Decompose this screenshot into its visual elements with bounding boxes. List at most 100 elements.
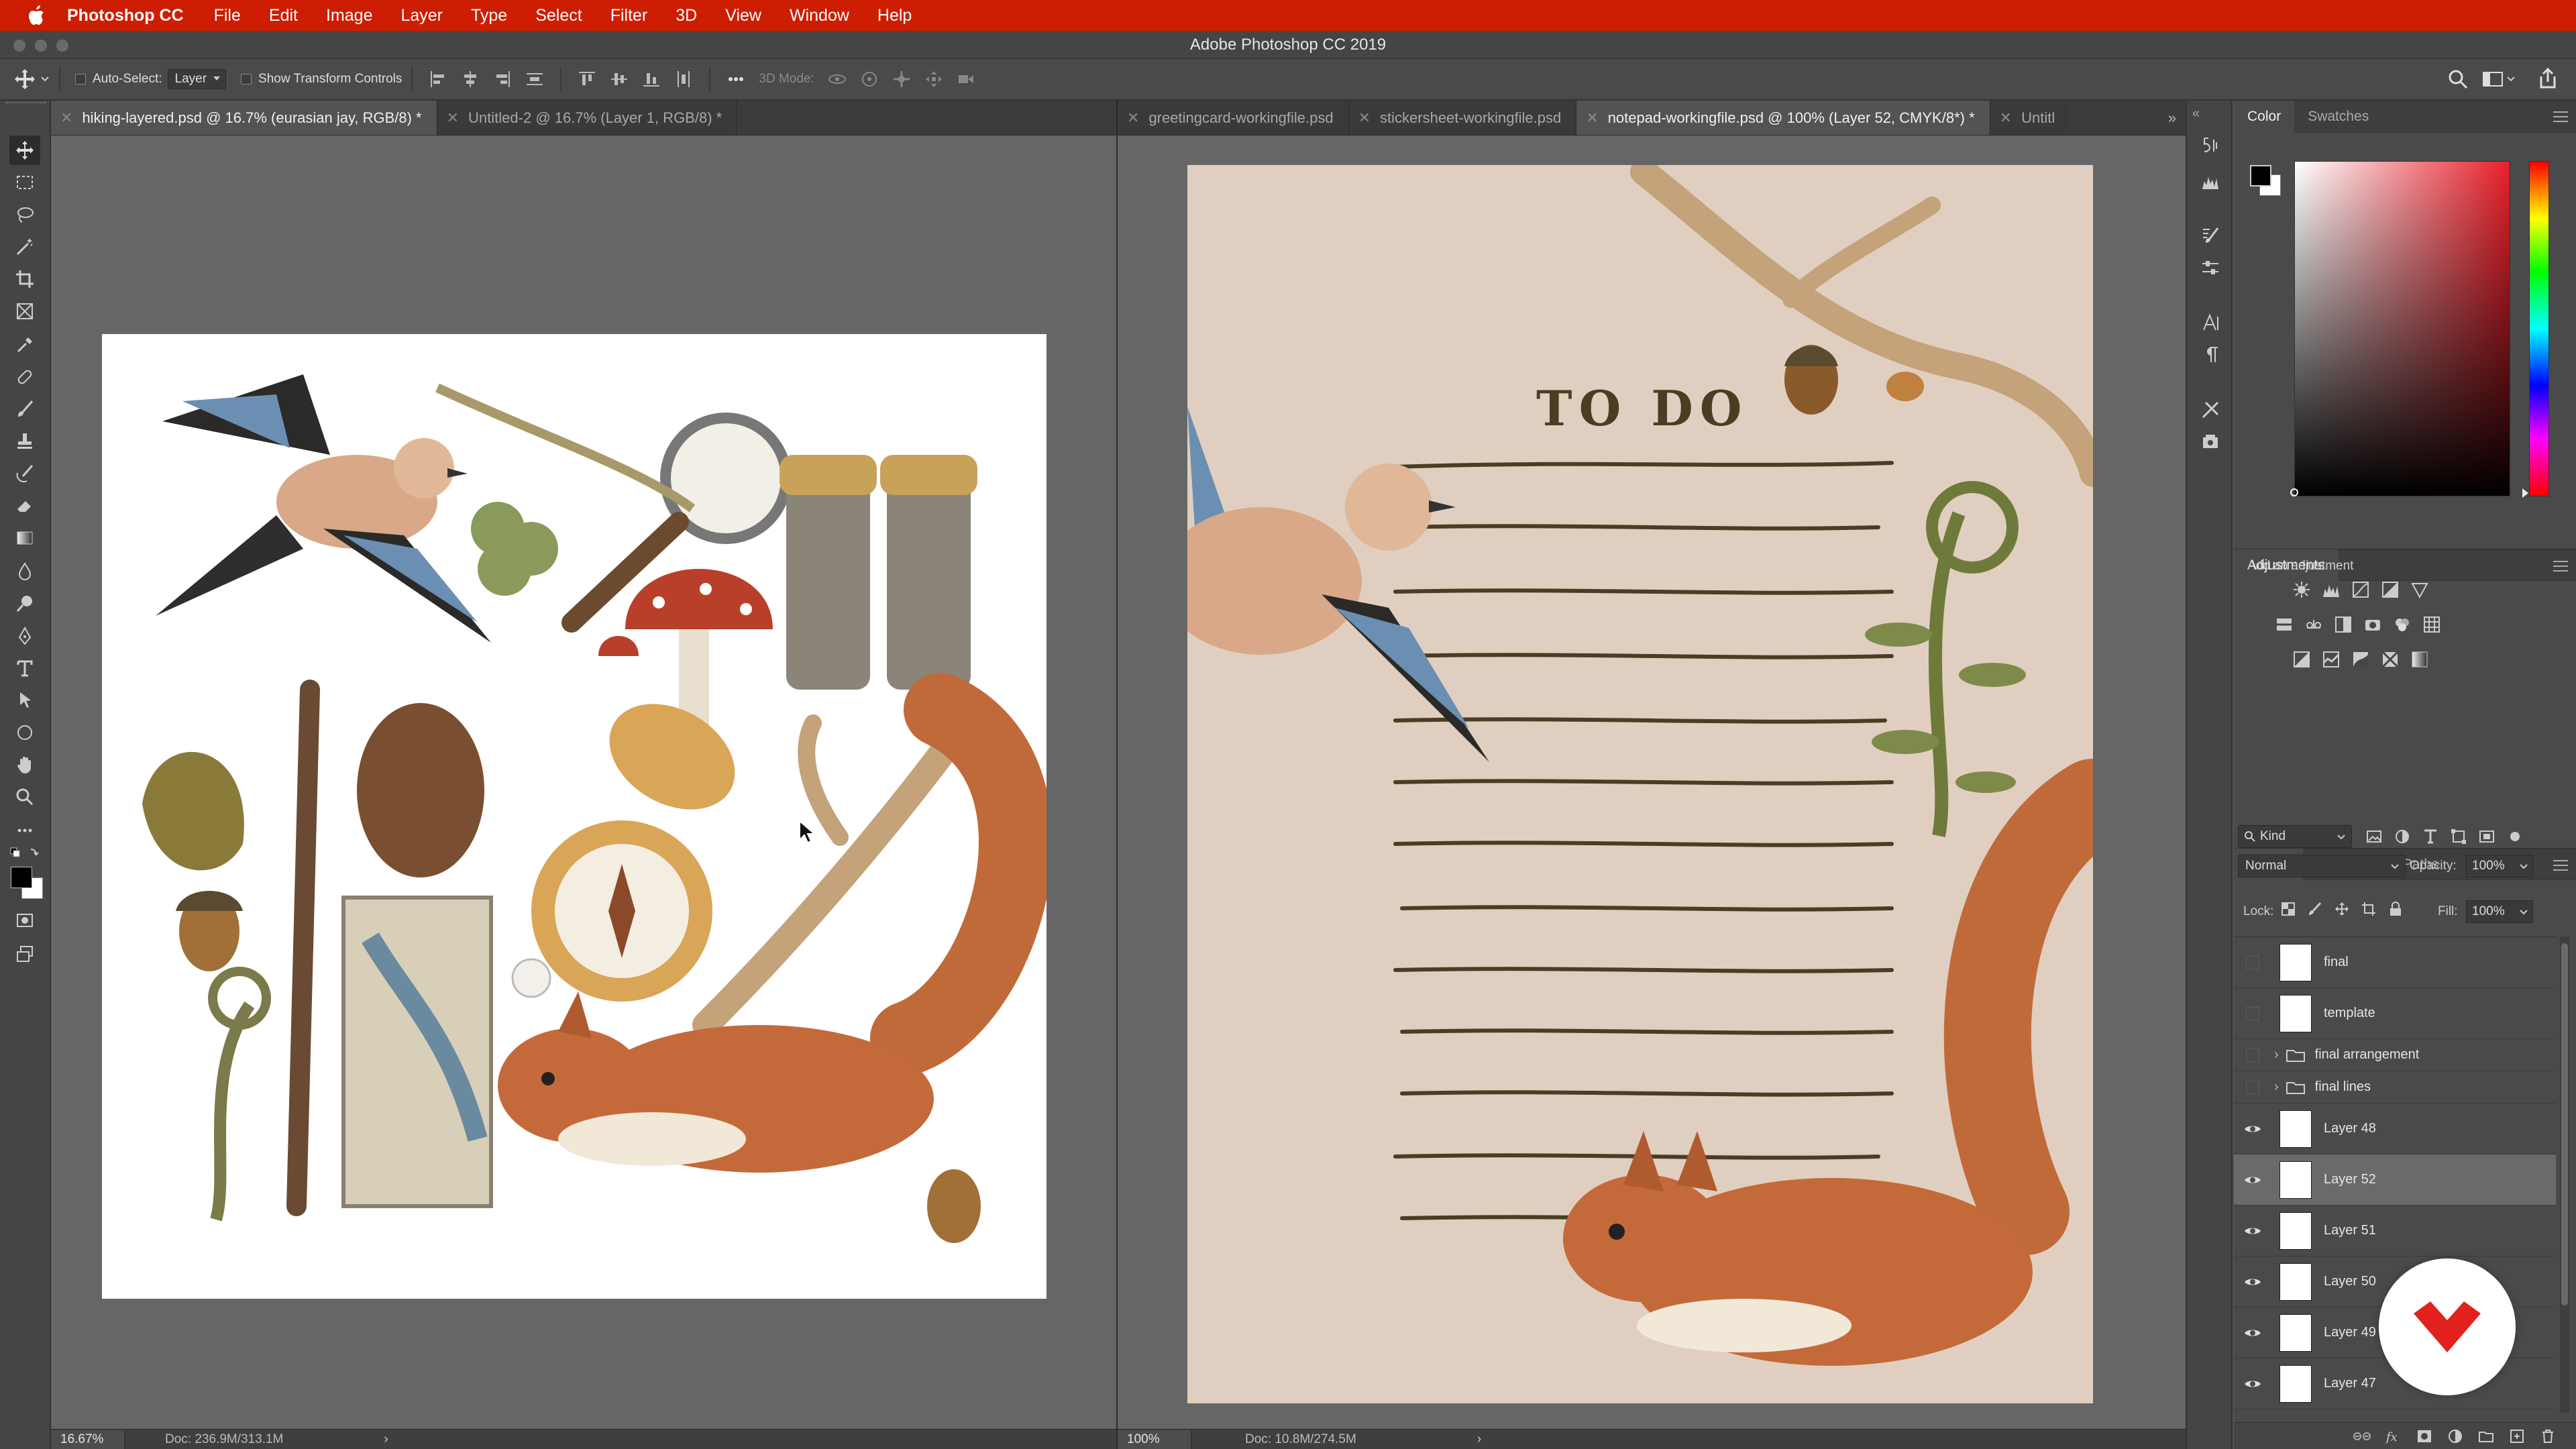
hand-tool-icon[interactable] [9,750,40,780]
menu-type[interactable]: Type [471,6,507,25]
pen-tool-icon[interactable] [9,621,40,651]
close-tab-icon[interactable]: ✕ [447,109,459,127]
path-selection-tool-icon[interactable] [9,686,40,715]
quick-mask-icon[interactable] [9,906,40,935]
vibrance-adjustment-icon[interactable] [2410,580,2430,600]
3d-pan-icon[interactable] [891,68,912,90]
panel-menu-icon[interactable] [2553,860,2568,871]
visibility-eye-icon[interactable] [2239,1277,2266,1287]
menu-help[interactable]: Help [877,6,912,25]
color-picker-field[interactable] [2294,161,2510,496]
auto-select-dropdown[interactable]: Layer [167,69,227,89]
frame-tool-icon[interactable] [9,297,40,326]
artboard-hiking[interactable] [102,334,1053,1299]
layers-scrollbar[interactable] [2560,936,2569,1413]
clone-stamp-tool-icon[interactable] [9,427,40,456]
menu-select[interactable]: Select [535,6,582,25]
add-mask-icon[interactable] [2416,1428,2432,1444]
tab-stickersheet[interactable]: ✕ stickersheet-workingfile.psd [1348,101,1577,135]
menu-3d[interactable]: 3D [676,6,697,25]
paragraph-panel-icon[interactable] [2196,341,2224,369]
filter-toggle-icon[interactable] [2506,828,2524,845]
close-tab-icon[interactable]: ✕ [1127,109,1139,127]
share-icon[interactable] [2537,67,2559,94]
screen-mode-icon[interactable] [9,939,40,969]
menu-edit[interactable]: Edit [269,6,298,25]
panel-foreground-swatch[interactable] [2250,165,2271,186]
collapse-panels-icon[interactable]: « [2192,106,2200,121]
3d-roll-icon[interactable] [859,68,880,90]
layer-row[interactable]: Layer 52 [2234,1155,2556,1205]
color-panel-swatches[interactable] [2247,162,2285,200]
canvas-area-right[interactable]: TO DO [1118,136,2186,1429]
app-name-menu[interactable]: Photoshop CC [67,6,184,25]
layer-row[interactable]: template [2234,988,2556,1039]
artboard-notepad[interactable]: TO DO [1187,165,2093,1403]
channel-mixer-adjustment-icon[interactable] [2392,614,2412,635]
eraser-tool-icon[interactable] [9,491,40,521]
properties-panel-icon[interactable] [2196,254,2224,282]
default-colors-icon[interactable] [9,847,42,860]
layers-scrollbar-thumb[interactable] [2561,943,2568,1305]
expand-group-chevron-icon[interactable]: › [2274,1079,2279,1095]
align-right-icon[interactable] [492,68,513,90]
histogram-panel-icon[interactable] [2196,168,2224,196]
distribute-icon[interactable] [524,68,545,90]
tabs-overflow-icon[interactable]: » [2159,101,2186,135]
3d-scale-icon[interactable] [955,68,977,90]
tab-untitled-2[interactable]: ✕ Untitled-2 @ 16.7% (Layer 1, RGB/8) * [437,101,738,135]
new-adjustment-layer-icon[interactable] [2447,1428,2463,1444]
layer-style-fx-icon[interactable]: fx [2385,1428,2402,1444]
filter-shape-icon[interactable] [2450,828,2467,845]
align-middle-v-icon[interactable] [608,68,630,90]
curves-adjustment-icon[interactable] [2351,580,2371,600]
layer-group-row[interactable]: › final lines [2234,1071,2556,1104]
status-expand-arrow-icon[interactable]: › [384,1432,388,1447]
search-icon[interactable] [2447,68,2469,94]
fill-input[interactable]: 100% [2466,900,2533,923]
gradient-tool-icon[interactable] [9,523,40,553]
threshold-adjustment-icon[interactable] [2351,649,2371,669]
layer-group-row[interactable]: › final arrangement [2234,1039,2556,1071]
magic-wand-tool-icon[interactable] [9,232,40,262]
expand-group-chevron-icon[interactable]: › [2274,1047,2279,1063]
lock-image-pixels-icon[interactable] [2308,902,2322,916]
layer-filter-kind-dropdown[interactable]: Kind [2238,825,2352,848]
tab-swatches[interactable]: Swatches [2294,101,2382,133]
visibility-toggle[interactable] [2239,955,2266,969]
toolbar-grip[interactable] [5,102,46,107]
libraries-panel-icon[interactable] [2196,428,2224,456]
layer-row[interactable]: Layer 48 [2234,1104,2556,1155]
character-panel-icon[interactable] [2196,309,2224,337]
new-group-icon[interactable] [2478,1428,2494,1444]
gradient-map-adjustment-icon[interactable] [2410,649,2430,669]
brightness-adjustment-icon[interactable] [2292,580,2312,600]
color-swatches-icon[interactable] [8,864,46,902]
color-balance-adjustment-icon[interactable] [2304,614,2324,635]
tab-notepad[interactable]: ✕ notepad-workingfile.psd @ 100% (Layer 5… [1576,101,1990,135]
selective-color-adjustment-icon[interactable] [2380,649,2400,669]
lasso-tool-icon[interactable] [9,200,40,229]
invert-adjustment-icon[interactable] [2292,649,2312,669]
menu-file[interactable]: File [214,6,241,25]
healing-brush-tool-icon[interactable] [9,362,40,392]
visibility-toggle[interactable] [2239,1080,2266,1094]
hue-slider-handle[interactable] [2522,488,2533,498]
visibility-eye-icon[interactable] [2239,1379,2266,1389]
tab-hiking-layered[interactable]: ✕ hiking-layered.psd @ 16.7% (eurasian ja… [51,101,437,135]
visibility-eye-icon[interactable] [2239,1175,2266,1185]
auto-select-checkbox[interactable] [75,74,86,85]
menu-filter[interactable]: Filter [610,6,648,25]
lock-all-icon[interactable] [2388,902,2403,916]
new-layer-icon[interactable] [2509,1428,2525,1444]
apple-menu-icon[interactable] [27,5,47,25]
close-tab-icon[interactable]: ✕ [60,109,72,127]
visibility-toggle[interactable] [2239,1048,2266,1062]
menu-view[interactable]: View [725,6,761,25]
distribute-horizontal-icon[interactable] [673,68,694,90]
more-options-icon[interactable] [725,68,747,90]
close-tab-icon[interactable]: ✕ [1586,109,1598,127]
layer-row[interactable]: Layer 51 [2234,1205,2556,1256]
lock-artboard-icon[interactable] [2361,902,2376,916]
align-left-icon[interactable] [427,68,449,90]
